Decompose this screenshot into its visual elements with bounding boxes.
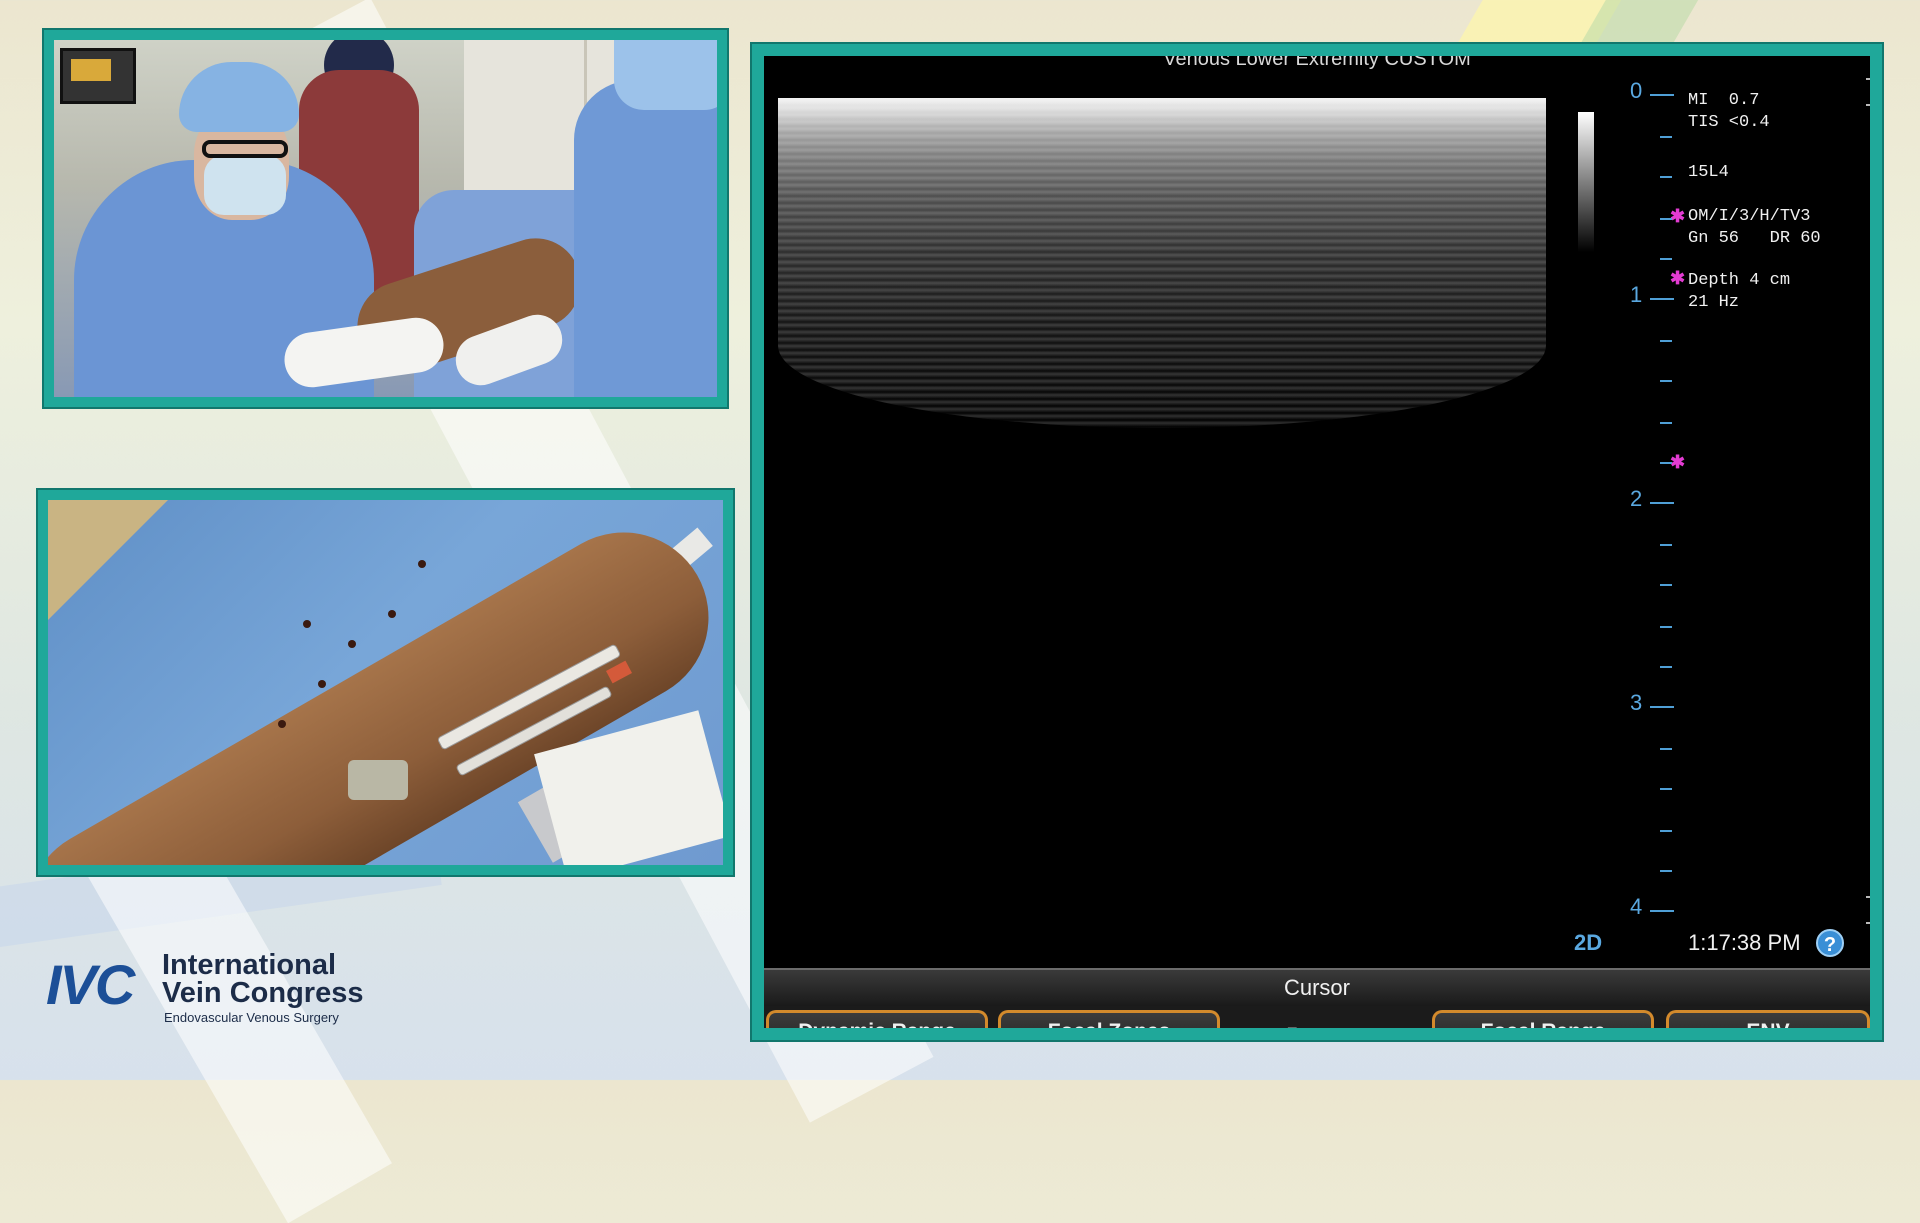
depth-tick <box>1660 544 1672 546</box>
vein-mark <box>418 560 426 568</box>
surgeon-mask <box>204 155 286 215</box>
depth-tick <box>1660 788 1672 790</box>
depth-major-tick <box>1650 94 1674 96</box>
depth-tick <box>1660 176 1672 178</box>
vein-mark <box>348 640 356 648</box>
probe-readout: 15L4 <box>1688 163 1729 182</box>
surgeon-camera-feed <box>44 30 727 407</box>
depth-tick <box>1660 870 1672 872</box>
vein-mark <box>278 720 286 728</box>
surgeon-scene <box>54 40 717 397</box>
probe-device <box>348 760 408 800</box>
depth-tick <box>1660 462 1672 464</box>
depth-label: 0 <box>1630 78 1643 103</box>
depth-major-tick <box>1650 706 1674 708</box>
depth-label: 1 <box>1630 282 1643 307</box>
depth-label: 2 <box>1630 486 1643 511</box>
logo-mark: IVC <box>46 953 135 1016</box>
leg-scene <box>48 500 723 865</box>
ultrasound-monitor: Venous Lower Extremity CUSTOM MI 0.7 TIS… <box>752 44 1882 1040</box>
exam-preset-title: Venous Lower Extremity CUSTOM <box>1163 48 1471 70</box>
depth-label: 4 <box>1630 894 1643 919</box>
depth-tick <box>1660 626 1672 628</box>
help-icon[interactable]: ? <box>1816 929 1844 957</box>
ultrasound-image <box>778 98 1546 428</box>
table-corner <box>48 500 168 620</box>
logo-title-line2: Vein Congress <box>162 977 364 1009</box>
depth-label: 3 <box>1630 690 1643 715</box>
ivc-logo: IVC International Vein Congress Endovasc… <box>46 948 386 1030</box>
surgeon-cap <box>179 62 299 132</box>
imaging-mode: 2D <box>1574 930 1603 955</box>
depth-major-tick <box>1650 502 1674 504</box>
cursor-status-bar: Cursor <box>764 968 1870 1006</box>
depth-tick <box>1660 422 1672 424</box>
depth-major-tick <box>1650 298 1674 300</box>
vein-mark <box>303 620 311 628</box>
image-bracket <box>1866 78 1870 106</box>
gain-dr-readout: Gn 56 DR 60 <box>1688 229 1821 248</box>
vein-mark <box>388 610 396 618</box>
depth-tick <box>1660 258 1672 260</box>
depth-tick <box>1660 830 1672 832</box>
softkey-focal-range[interactable]: Focal Range <box>1432 1010 1654 1028</box>
logo-subtitle: Endovascular Venous Surgery <box>164 1010 339 1025</box>
depth-tick <box>1660 218 1672 220</box>
softkey-env[interactable]: ENV <box>1666 1010 1870 1028</box>
vein-mark <box>318 680 326 688</box>
softkey-focal-zones[interactable]: Focal Zones <box>998 1010 1220 1028</box>
softkey-arrows[interactable]: ← − → <box>1264 1018 1321 1028</box>
mi-readout: MI 0.7 <box>1688 91 1760 110</box>
depth-tick <box>1660 136 1672 138</box>
depth-tick <box>1660 748 1672 750</box>
depth-tick <box>1660 666 1672 668</box>
frame-rate-readout: 21 Hz <box>1688 293 1740 312</box>
focal-star-icon: ✱ <box>1670 454 1686 474</box>
depth-tick <box>1660 340 1672 342</box>
mode-settings-readout: OM/I/3/H/TV3 <box>1688 207 1811 226</box>
focal-star-icon: ✱ <box>1670 270 1686 290</box>
depth-major-tick <box>1650 910 1674 912</box>
depth-tick <box>1660 380 1672 382</box>
softkey-dynamic-range[interactable]: Dynamic Range <box>766 1010 988 1028</box>
assistant-cap <box>614 40 717 110</box>
depth-tick <box>1660 584 1672 586</box>
surgeon-glasses <box>202 140 288 158</box>
depth-readout: Depth 4 cm <box>1688 271 1791 290</box>
leg-camera-feed <box>38 490 733 875</box>
softkey-bar: Dynamic Range Focal Zones ← − → Focal Ra… <box>764 1006 1870 1028</box>
assistant-gown <box>574 80 717 397</box>
focal-star-icon: ✱ <box>1670 208 1686 228</box>
image-bracket <box>1866 896 1870 924</box>
tis-readout: TIS <0.4 <box>1688 113 1770 132</box>
logo-title-line1: International <box>162 949 337 981</box>
clock: 1:17:38 PM <box>1688 930 1801 955</box>
grayscale-bar <box>1578 112 1594 252</box>
wall-poster <box>60 48 136 104</box>
